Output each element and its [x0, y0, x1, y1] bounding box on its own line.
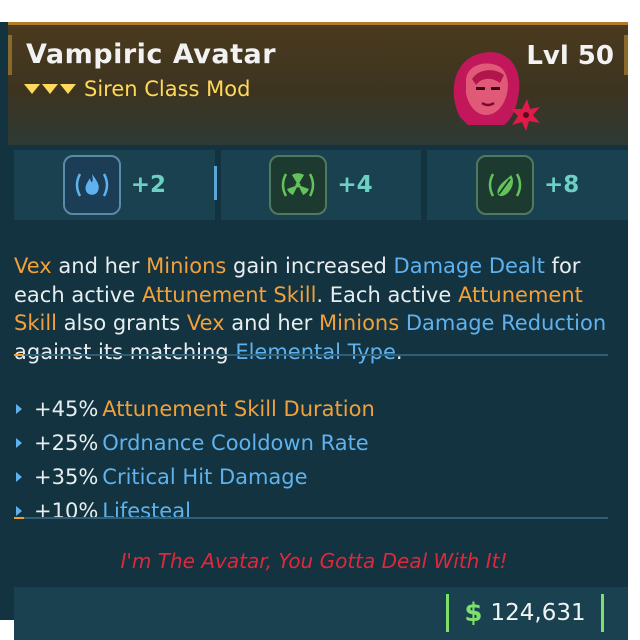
stat-row: +10% Lifesteal [14, 494, 614, 528]
flavor-text: I'm The Avatar, You Gotta Deal With It! [120, 549, 508, 573]
desc-text [399, 311, 406, 335]
stat-value: +35% [34, 465, 99, 489]
desc-damage-dealt: Damage Dealt [393, 254, 545, 278]
corrosive-attunement-icon [476, 155, 535, 215]
desc-attunement-skill: Attunement Skill [141, 282, 317, 307]
corrosive-attunement-glyph [488, 173, 522, 197]
skill-bonus-2: +4 [337, 172, 373, 198]
header-corner-left [8, 35, 12, 75]
stat-row: +45% Attunement Skill Duration [14, 392, 614, 426]
bullet-icon [16, 404, 22, 414]
desc-text: gain increased [226, 254, 394, 278]
stat-row: +35% Critical Hit Damage [14, 460, 614, 494]
stat-label: Attunement Skill Duration [102, 397, 375, 421]
stat-value: +25% [34, 431, 99, 455]
stat-label: Ordnance Cooldown Rate [102, 431, 369, 455]
stat-label: Critical Hit Damage [102, 465, 308, 489]
fire-attunement-icon [62, 155, 121, 215]
stat-list: +45% Attunement Skill Duration +25% Ordn… [14, 392, 614, 528]
dollar-icon: $ [464, 598, 483, 628]
bullet-icon [16, 438, 22, 448]
desc-damage-reduction: Damage Reduction [405, 311, 607, 335]
item-type-row: Siren Class Mod [24, 77, 250, 101]
desc-vex: Vex [14, 254, 52, 278]
item-price: $ 124,631 [446, 594, 604, 632]
radiation-attunement-glyph [282, 173, 315, 197]
skill-slot-fire: +2 [14, 150, 215, 220]
skill-slot-radiation: +4 [220, 150, 422, 220]
desc-text: and her [51, 254, 147, 278]
desc-text: and her [224, 311, 319, 335]
desc-minions: Minions [318, 311, 400, 335]
item-card: Vampiric Avatar Lvl 50 Siren Class Mod +… [0, 22, 629, 640]
bullet-icon [16, 472, 22, 482]
desc-minions: Minions [146, 254, 227, 278]
fire-attunement-glyph [75, 173, 108, 197]
rarity-chevrons-icon [24, 84, 76, 94]
skill-slot-corrosive: +8 [427, 150, 629, 220]
desc-text: against its matching [14, 339, 236, 364]
skill-bonuses: +2 +4 +8 [14, 150, 629, 220]
item-description: Vex and her Minions gain increased Damag… [14, 252, 614, 366]
stat-row: +25% Ordnance Cooldown Rate [14, 426, 614, 460]
divider-top [14, 354, 608, 356]
desc-text: . [395, 339, 403, 364]
radiation-attunement-icon [269, 155, 328, 215]
bullet-icon [16, 506, 22, 516]
divider-bottom [14, 517, 608, 519]
stat-value: +10% [34, 499, 99, 523]
stat-label: Lifesteal [102, 499, 191, 523]
skill-bonus-1: +2 [130, 172, 166, 198]
stat-value: +45% [34, 397, 99, 421]
item-name: Vampiric Avatar [26, 39, 277, 70]
desc-vex: Vex [186, 311, 225, 335]
desc-elemental-type: Elemental Type [235, 339, 396, 364]
item-header: Vampiric Avatar Lvl 50 Siren Class Mod [8, 22, 628, 145]
item-footer: $ 124,631 [14, 587, 628, 640]
desc-text: . Each active [316, 282, 458, 307]
desc-text: also grants [57, 311, 187, 335]
header-corner-right [624, 35, 628, 75]
skill-bonus-3: +8 [544, 172, 580, 198]
item-type: Siren Class Mod [84, 77, 251, 101]
skill-divider [214, 166, 217, 200]
siren-portrait-icon [453, 52, 540, 131]
price-value: 124,631 [490, 600, 586, 626]
